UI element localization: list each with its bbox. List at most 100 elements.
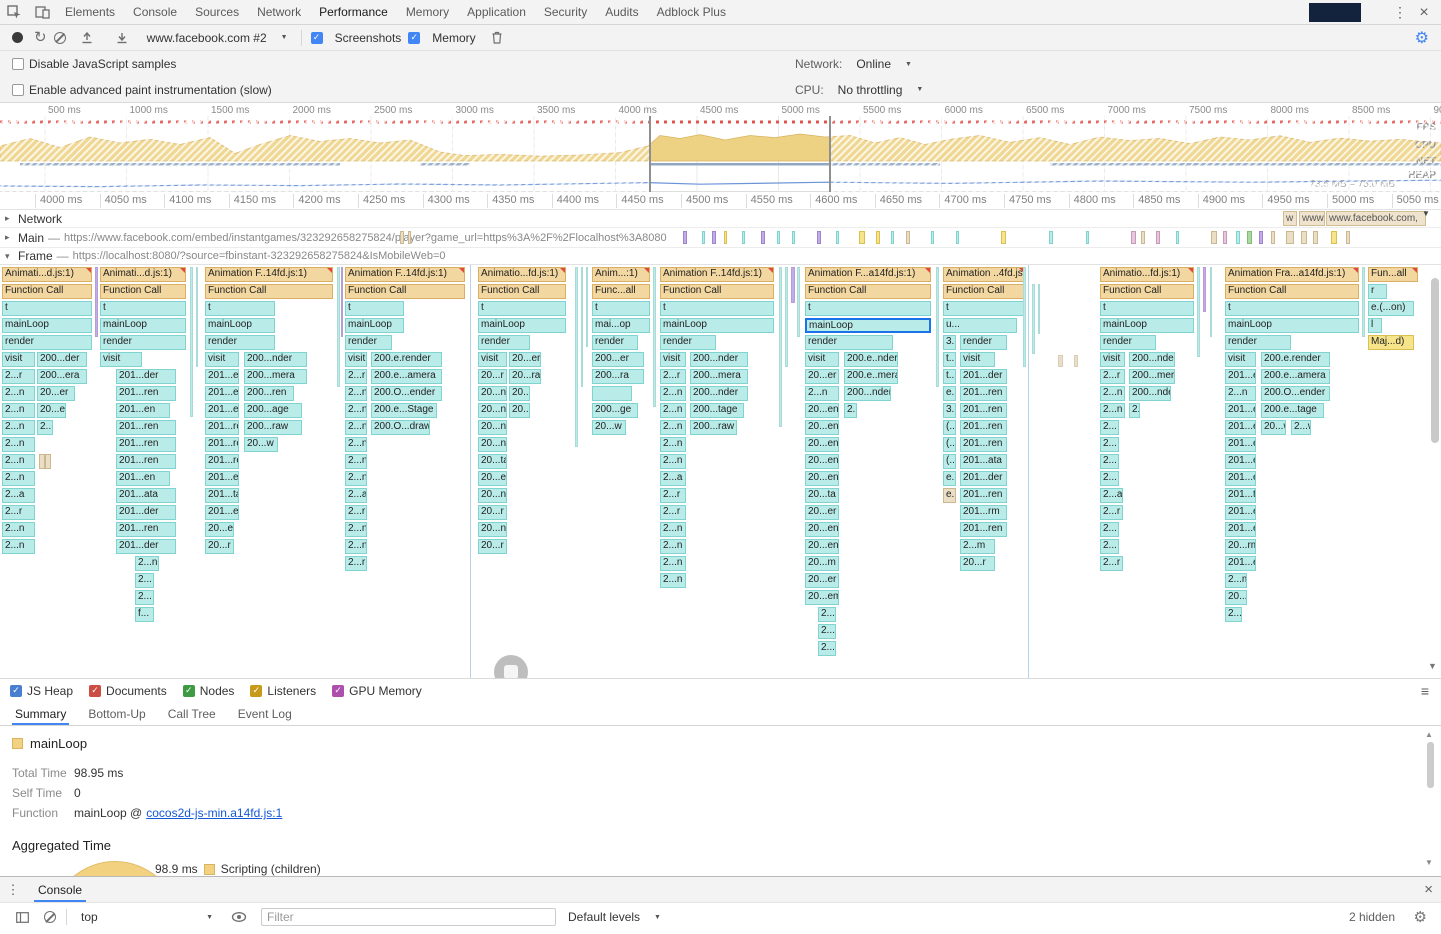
flame-cell[interactable]: 20...r — [478, 539, 507, 554]
hidden-messages-count[interactable]: 2 hidden — [1349, 910, 1395, 924]
timeline-overview[interactable]: 500 ms1000 ms1500 ms2000 ms2500 ms3000 m… — [0, 103, 1441, 192]
flame-cell[interactable]: 201...ren — [960, 420, 1007, 435]
flame-cell[interactable]: 2...n — [2, 386, 35, 401]
flame-cell[interactable]: 2...n — [805, 386, 839, 401]
tab-audits[interactable]: Audits — [596, 0, 647, 24]
flame-cell[interactable]: 20...er — [478, 471, 507, 486]
flame-sliver[interactable] — [1197, 267, 1200, 357]
flame-cell[interactable]: visit — [960, 352, 995, 367]
flame-cell[interactable]: render — [2, 335, 92, 350]
main-event-bar[interactable] — [1286, 231, 1294, 244]
main-event-bar[interactable] — [683, 231, 687, 244]
network-request-label[interactable]: www — [1299, 211, 1325, 226]
flame-cell[interactable]: 20...er — [805, 369, 839, 384]
flame-sliver[interactable] — [575, 267, 578, 447]
capture-settings-gear-icon[interactable]: ⚙ — [1415, 28, 1429, 48]
flame-header-cell[interactable]: Fun...all — [1368, 267, 1418, 282]
drawer-menu-icon[interactable]: ⋮ — [0, 882, 26, 898]
tab-network[interactable]: Network — [248, 0, 310, 24]
flame-header-cell[interactable]: Anim...:1) — [592, 267, 650, 282]
flame-cell[interactable]: 201...en — [1225, 471, 1256, 486]
flame-cell[interactable]: mainLoop — [660, 318, 774, 333]
flame-cell[interactable]: 201...en — [1225, 403, 1256, 418]
main-event-bar[interactable] — [906, 231, 910, 244]
flame-cell[interactable]: render — [478, 335, 530, 350]
flame-cell[interactable]: e.(...on) — [1368, 301, 1414, 316]
flame-sliver[interactable] — [1032, 284, 1035, 354]
selection-handle-right[interactable] — [829, 116, 831, 192]
flame-cell[interactable]: 201...er — [1225, 505, 1256, 520]
flame-cell[interactable]: 2...n — [345, 403, 367, 418]
flame-cell[interactable]: 2...n — [660, 454, 686, 469]
flame-cell[interactable]: 2...n — [345, 454, 367, 469]
flame-cell[interactable]: 201...en — [116, 471, 170, 486]
tab-adblock-plus[interactable]: Adblock Plus — [648, 0, 735, 24]
detail-tab-bottom-up[interactable]: Bottom-Up — [77, 702, 156, 725]
main-event-bar[interactable] — [1156, 231, 1160, 244]
flame-cell[interactable]: 20...n — [478, 386, 507, 401]
flame-cell[interactable]: 2...n — [660, 522, 686, 537]
flame-cell[interactable]: 2...w — [1291, 420, 1311, 435]
flame-cell[interactable]: 2... — [1100, 522, 1119, 537]
flame-cell[interactable]: 20...em — [805, 590, 839, 605]
flame-cell[interactable]: 2...n — [2, 454, 35, 469]
flame-cell[interactable]: 20...en — [805, 420, 839, 435]
flame-cell[interactable]: 201...ren — [205, 437, 239, 452]
main-event-bar[interactable] — [859, 231, 865, 244]
flame-cell[interactable]: 20...er — [509, 352, 541, 367]
flame-cell[interactable]: 201...er — [205, 505, 239, 520]
flame-cell[interactable]: u... — [943, 318, 1017, 333]
main-event-bar[interactable] — [1141, 231, 1145, 244]
flame-cell[interactable]: 20...w — [1261, 420, 1286, 435]
flame-cell[interactable]: mai...op — [592, 318, 650, 333]
disclosure-triangle-icon[interactable]: ▸ — [5, 213, 14, 224]
flame-sliver[interactable] — [581, 267, 583, 387]
legend-checkbox-listeners[interactable]: ✓ — [250, 685, 262, 697]
flame-cell[interactable]: render — [660, 335, 716, 350]
flame-cell[interactable]: 20...n — [478, 437, 507, 452]
flame-cell[interactable]: render — [205, 335, 275, 350]
flame-cell[interactable]: 20...r — [1225, 590, 1247, 605]
flame-cell[interactable]: 2... — [1100, 437, 1119, 452]
flame-cell[interactable] — [592, 386, 632, 401]
flame-cell[interactable]: Function Call — [805, 284, 931, 299]
flame-cell[interactable]: visit — [100, 352, 142, 367]
flame-cell[interactable]: 2...n — [345, 420, 367, 435]
scroll-caret-icon[interactable]: ▼ — [1422, 209, 1430, 218]
flame-scrollbar-thumb[interactable] — [1431, 278, 1439, 443]
flame-cell[interactable]: 20...r — [478, 369, 507, 384]
context-select[interactable]: top ▼ — [77, 910, 217, 924]
flame-cell[interactable]: 200...ren — [244, 386, 294, 401]
summary-scroll-up-icon[interactable]: ▲ — [1425, 730, 1433, 739]
flame-cell[interactable]: 2...r — [1100, 505, 1123, 520]
flame-cell[interactable]: visit — [1225, 352, 1256, 367]
flame-cell[interactable]: t — [345, 301, 404, 316]
flame-cell[interactable]: visit — [805, 352, 839, 367]
flame-cell[interactable]: 2...n — [345, 386, 367, 401]
main-event-bar[interactable] — [792, 231, 795, 244]
flame-cell[interactable]: 20...r — [478, 505, 507, 520]
flame-cell[interactable]: 201...ren — [205, 420, 239, 435]
flame-cell[interactable]: 201...ren — [205, 454, 239, 469]
flame-cell[interactable]: 20...e — [509, 403, 530, 418]
flame-cell[interactable]: 20...en — [805, 403, 839, 418]
flame-cell[interactable]: 2... — [37, 420, 53, 435]
flame-cell[interactable]: 200.e.render — [371, 352, 442, 367]
flame-cell[interactable]: t — [2, 301, 92, 316]
flame-cell[interactable]: (...) — [943, 454, 956, 469]
flame-cell[interactable]: 201...ata — [960, 454, 1007, 469]
flame-cell[interactable]: 2...n — [660, 420, 686, 435]
flame-cell[interactable]: 201...der — [960, 369, 1007, 384]
flame-cell[interactable]: 201...en — [1225, 420, 1256, 435]
flame-cell[interactable]: 2...m — [1225, 573, 1247, 588]
flame-cell[interactable]: Maj...d) — [1368, 335, 1414, 350]
flame-cell[interactable]: l — [1368, 318, 1382, 333]
flame-cell[interactable]: visit — [205, 352, 239, 367]
main-event-bar[interactable] — [1331, 231, 1337, 244]
flame-sliver[interactable] — [1203, 267, 1206, 312]
flame-cell[interactable]: render — [960, 335, 1007, 350]
main-event-bar[interactable] — [724, 231, 727, 244]
flame-cell[interactable]: t — [1225, 301, 1359, 316]
flame-cell[interactable]: 2... — [135, 573, 154, 588]
flame-header-cell[interactable]: Animatio...fd.js:1) — [478, 267, 566, 282]
